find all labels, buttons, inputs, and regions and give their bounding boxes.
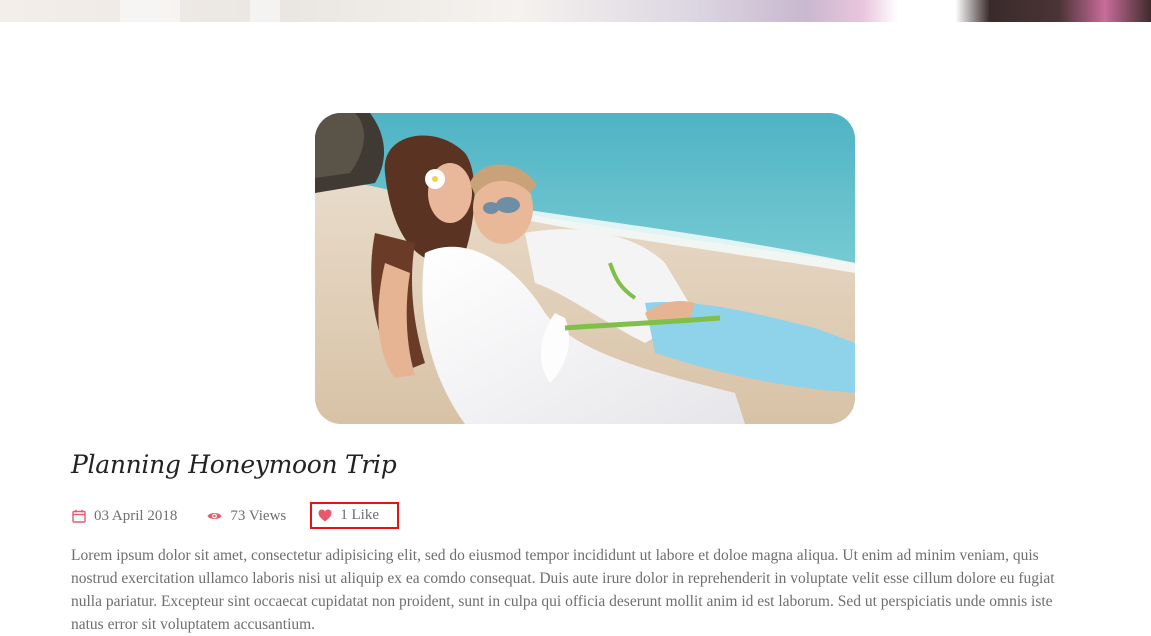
calendar-icon — [71, 509, 86, 524]
banner-fold — [120, 0, 180, 22]
heart-icon[interactable] — [317, 508, 332, 523]
post-featured-image[interactable] — [315, 113, 855, 424]
post-excerpt: Lorem ipsum dolor sit amet, consectetur … — [71, 547, 1055, 633]
beach-photo — [315, 113, 855, 424]
eye-icon — [207, 509, 222, 524]
like-button[interactable]: 1 Like — [310, 502, 400, 529]
post-title[interactable]: Planning Honeymoon Trip — [71, 450, 397, 479]
banner-fold — [250, 0, 280, 22]
post-meta: 03 April 2018 73 Views 1 Like — [71, 502, 400, 529]
top-banner-image — [0, 0, 1151, 22]
post-date: 03 April 2018 — [71, 508, 177, 525]
post-views: 73 Views — [207, 508, 286, 525]
post-likes-text[interactable]: 1 Like — [340, 507, 379, 524]
post-views-text: 73 Views — [230, 507, 287, 524]
post-date-text: 03 April 2018 — [94, 507, 178, 524]
